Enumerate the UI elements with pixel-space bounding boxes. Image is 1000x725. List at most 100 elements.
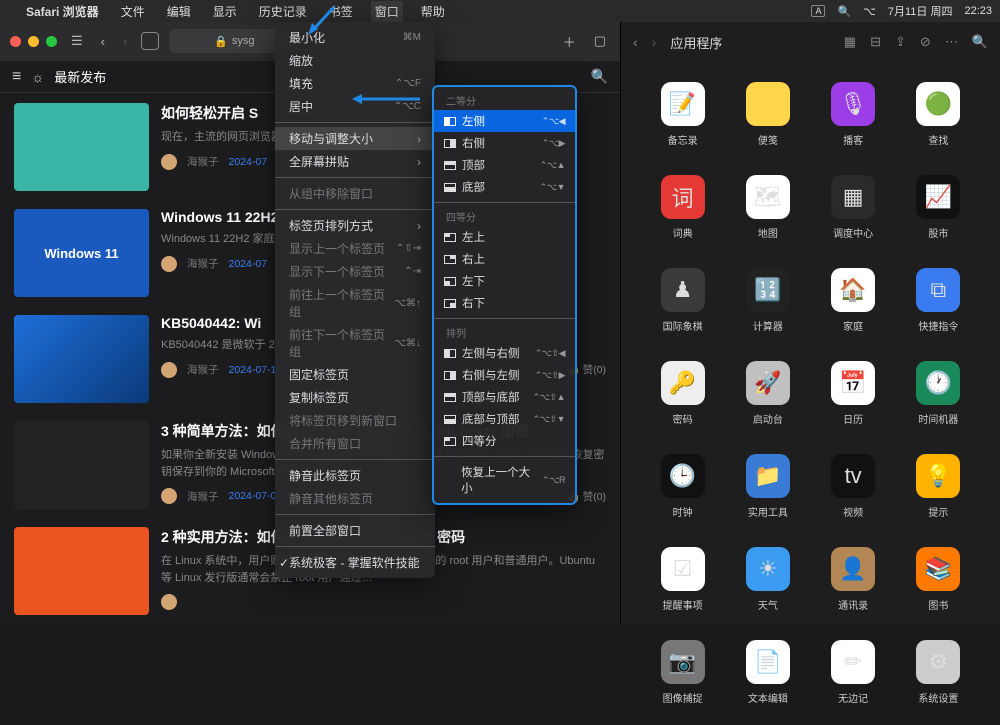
spotlight-icon[interactable]: 🔍: [837, 5, 851, 18]
app-启动台[interactable]: 🚀启动台: [730, 361, 805, 426]
app-icon: 🕒: [661, 454, 705, 498]
menu-item-移动与调整大小[interactable]: 移动与调整大小›: [275, 127, 435, 150]
app-备忘录[interactable]: 📝备忘录: [645, 82, 720, 147]
menu-history[interactable]: 历史记录: [255, 1, 311, 22]
app-label: 便笺: [758, 132, 778, 147]
position-icon: [444, 277, 456, 286]
article-meta: [161, 594, 606, 610]
submenu-item-左上[interactable]: 左上: [434, 226, 575, 248]
app-密码[interactable]: 🔑密码: [645, 361, 720, 426]
app-提示[interactable]: 💡提示: [901, 454, 976, 519]
finder-title: 应用程序: [670, 33, 722, 52]
app-词典[interactable]: 词词典: [645, 175, 720, 240]
sidebar-toggle-icon[interactable]: ☰: [67, 31, 87, 51]
app-实用工具[interactable]: 📁实用工具: [730, 454, 805, 519]
group-icon[interactable]: ⊟: [870, 34, 881, 50]
app-时钟[interactable]: 🕒时钟: [645, 454, 720, 519]
submenu-item-顶部与底部[interactable]: 顶部与底部⌃⌥⇧▲: [434, 386, 575, 408]
finder-forward[interactable]: ›: [652, 34, 657, 50]
app-icon: 📁: [746, 454, 790, 498]
menu-item-全屏幕拼贴[interactable]: 全屏幕拼贴›: [275, 150, 435, 173]
site-nav-latest[interactable]: 最新发布: [54, 67, 106, 86]
menu-item-固定标签页[interactable]: 固定标签页: [275, 363, 435, 386]
submenu-item-顶部[interactable]: 顶部⌃⌥▲: [434, 154, 575, 176]
app-便笺[interactable]: 便笺: [730, 82, 805, 147]
app-调度中心[interactable]: ▦调度中心: [816, 175, 891, 240]
search-icon[interactable]: 🔍: [591, 68, 608, 85]
menu-item-最小化[interactable]: 最小化⌘M: [275, 26, 435, 49]
finder-search-icon[interactable]: 🔍: [972, 34, 988, 50]
submenu-item-右侧与左侧[interactable]: 右侧与左侧⌃⌥⇧▶: [434, 364, 575, 386]
app-无边记[interactable]: ✏无边记: [816, 640, 891, 705]
submenu-restore[interactable]: 恢复上一个大小⌃⌥R: [434, 461, 575, 499]
app-图像捕捉[interactable]: 📷图像捕捉: [645, 640, 720, 705]
more-icon[interactable]: ⋯: [945, 34, 958, 50]
app-icon: ⚙: [916, 640, 960, 684]
app-快捷指令[interactable]: ⧉快捷指令: [901, 268, 976, 333]
maximize-button[interactable]: [46, 36, 57, 47]
submenu-item-底部与顶部[interactable]: 底部与顶部⌃⌥⇧▼: [434, 408, 575, 430]
app-系统设置[interactable]: ⚙系统设置: [901, 640, 976, 705]
finder-back[interactable]: ‹: [633, 34, 638, 50]
menubar-time[interactable]: 22:23: [964, 5, 992, 17]
menu-item-缩放[interactable]: 缩放: [275, 49, 435, 72]
menu-file[interactable]: 文件: [117, 1, 149, 22]
position-icon: [444, 349, 456, 358]
submenu-item-右侧[interactable]: 右侧⌃⌥▶: [434, 132, 575, 154]
menu-item-静音此标签页[interactable]: 静音此标签页: [275, 464, 435, 487]
menu-item-标签页排列方式[interactable]: 标签页排列方式›: [275, 214, 435, 237]
app-天气[interactable]: ☀天气: [730, 547, 805, 612]
submenu-item-左侧与右侧[interactable]: 左侧与右侧⌃⌥⇧◀: [434, 342, 575, 364]
app-name[interactable]: Safari 浏览器: [22, 1, 103, 22]
menu-item-系统极客 - 掌握软件技能[interactable]: ✓系统极客 - 掌握软件技能: [275, 551, 435, 574]
theme-toggle-icon[interactable]: ☼: [31, 69, 44, 85]
app-icon: ⧉: [916, 268, 960, 312]
app-股市[interactable]: 📈股市: [901, 175, 976, 240]
app-label: 股市: [928, 225, 948, 240]
hamburger-icon[interactable]: ≡: [12, 68, 21, 86]
app-icon: 📚: [916, 547, 960, 591]
view-mode-icon[interactable]: ▦: [844, 34, 856, 50]
app-label: 提醒事项: [663, 597, 703, 612]
app-图书[interactable]: 📚图书: [901, 547, 976, 612]
app-计算器[interactable]: 🔢计算器: [730, 268, 805, 333]
submenu-item-左侧[interactable]: 左侧⌃⌥◀: [434, 110, 575, 132]
minimize-button[interactable]: [28, 36, 39, 47]
app-通讯录[interactable]: 👤通讯录: [816, 547, 891, 612]
app-时间机器[interactable]: 🕐时间机器: [901, 361, 976, 426]
menu-window[interactable]: 窗口: [371, 1, 403, 22]
app-label: 提示: [928, 504, 948, 519]
forward-button[interactable]: ›: [119, 32, 131, 51]
menu-item-复制标签页[interactable]: 复制标签页: [275, 386, 435, 409]
submenu-item-右上[interactable]: 右上: [434, 248, 575, 270]
submenu-item-四等分[interactable]: 四等分: [434, 430, 575, 452]
close-button[interactable]: [10, 36, 21, 47]
menu-help[interactable]: 帮助: [417, 1, 449, 22]
extension-icon[interactable]: [141, 32, 159, 50]
menu-item-填充[interactable]: 填充⌃⌥F: [275, 72, 435, 95]
ime-indicator[interactable]: A: [811, 5, 825, 17]
app-视频[interactable]: tv视频: [816, 454, 891, 519]
app-国际象棋[interactable]: ♟国际象棋: [645, 268, 720, 333]
new-tab-button[interactable]: ＋: [559, 30, 580, 53]
share-icon[interactable]: ⇪: [895, 34, 906, 50]
app-icon: 🔑: [661, 361, 705, 405]
app-家庭[interactable]: 🏠家庭: [816, 268, 891, 333]
control-center-icon[interactable]: ⌥: [863, 5, 876, 18]
app-日历[interactable]: 📅日历: [816, 361, 891, 426]
tabs-overview-icon[interactable]: ▢: [590, 31, 610, 51]
app-提醒事项[interactable]: ☑提醒事项: [645, 547, 720, 612]
app-地图[interactable]: 🗺地图: [730, 175, 805, 240]
submenu-item-左下[interactable]: 左下: [434, 270, 575, 292]
app-播客[interactable]: 🎙播客: [816, 82, 891, 147]
menu-edit[interactable]: 编辑: [163, 1, 195, 22]
back-button[interactable]: ‹: [97, 32, 109, 51]
app-文本编辑[interactable]: 📄文本编辑: [730, 640, 805, 705]
submenu-item-右下[interactable]: 右下: [434, 292, 575, 314]
menu-item-前置全部窗口[interactable]: 前置全部窗口: [275, 519, 435, 542]
submenu-item-底部[interactable]: 底部⌃⌥▼: [434, 176, 575, 198]
menubar-date[interactable]: 7月11日 周四: [888, 3, 953, 19]
app-查找[interactable]: 🟢查找: [901, 82, 976, 147]
menu-view[interactable]: 显示: [209, 1, 241, 22]
tags-icon[interactable]: ⊘: [920, 34, 931, 50]
